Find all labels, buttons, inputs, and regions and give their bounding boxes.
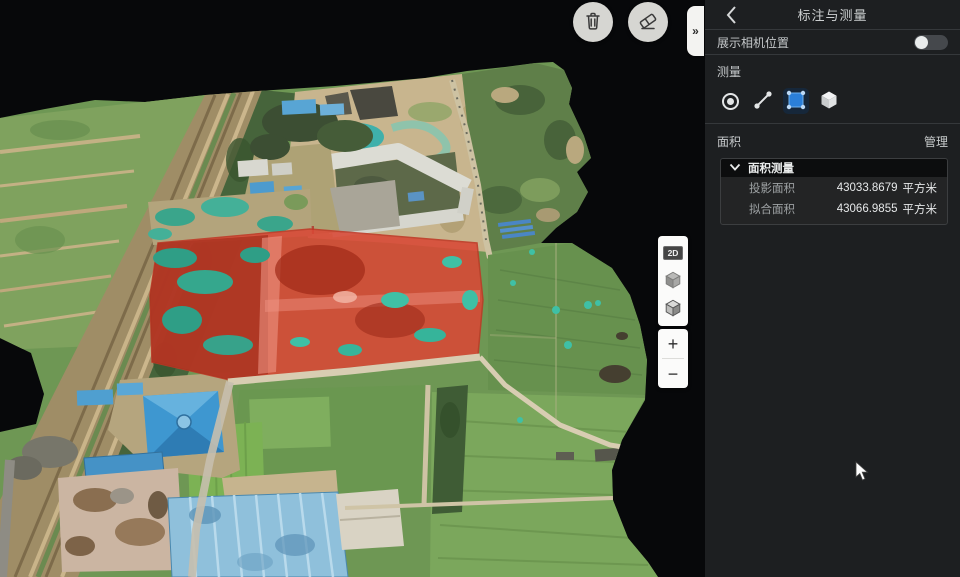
view-cube-button[interactable]	[660, 268, 686, 294]
point-measure-button[interactable]	[717, 88, 743, 114]
area-label: 面积	[717, 133, 924, 150]
eraser-button[interactable]	[628, 2, 668, 42]
panel-title: 标注与测量	[705, 5, 960, 24]
view-controls: 2D	[658, 236, 688, 326]
panel-collapse-handle[interactable]: »	[687, 6, 704, 56]
measure-label: 测量	[717, 63, 948, 80]
area-measure-button[interactable]	[783, 88, 809, 114]
manage-link[interactable]: 管理	[924, 133, 948, 150]
chevron-left-icon	[725, 5, 737, 30]
point-measure-icon	[722, 93, 739, 110]
camera-position-toggle[interactable]	[914, 35, 948, 50]
chevron-down-icon	[729, 162, 741, 174]
measurement-item-header[interactable]: 面积测量	[721, 159, 947, 177]
measured-area[interactable]	[150, 229, 483, 380]
2d-badge-icon: 2D	[663, 246, 683, 260]
orthophoto-map[interactable]	[0, 0, 705, 577]
camera-position-label: 展示相机位置	[717, 34, 914, 51]
projected-area-row: 投影面积 43033.8679 平方米	[721, 177, 947, 198]
toggle-knob	[915, 36, 928, 49]
volume-measure-button[interactable]	[816, 88, 842, 114]
zoom-in-button[interactable]: +	[658, 329, 688, 358]
distance-measure-icon	[752, 89, 774, 114]
area-measure-icon	[785, 89, 807, 114]
wireframe-cube-icon	[663, 298, 683, 321]
eraser-icon	[638, 12, 658, 33]
delete-button[interactable]	[573, 2, 613, 42]
projected-area-value: 43033.8679	[837, 182, 898, 194]
trash-icon	[584, 11, 602, 33]
measure-tools	[717, 88, 948, 114]
fitted-area-label: 拟合面积	[749, 201, 837, 217]
view-2d-button[interactable]: 2D	[660, 240, 686, 266]
chevrons-right-icon: »	[692, 24, 699, 38]
projected-area-unit: 平方米	[903, 180, 938, 196]
area-measurement-card: 面积测量 投影面积 43033.8679 平方米 拟合面积 43066.9855…	[720, 158, 948, 225]
map-viewport[interactable]: » 2D + −	[0, 0, 705, 577]
back-button[interactable]	[725, 5, 737, 30]
zoom-out-button[interactable]: −	[658, 359, 688, 388]
projected-area-label: 投影面积	[749, 180, 837, 196]
camera-position-row: 展示相机位置	[705, 30, 960, 55]
zoom-controls: + −	[658, 329, 688, 388]
mouse-cursor	[855, 461, 871, 483]
panel-header: 标注与测量	[705, 0, 960, 30]
app-window: » 2D + −	[0, 0, 960, 577]
view-wireframe-cube-button[interactable]	[660, 296, 686, 322]
fitted-area-value: 43066.9855	[837, 203, 898, 215]
fitted-area-row: 拟合面积 43066.9855 平方米	[721, 198, 947, 219]
cube-icon	[663, 270, 683, 293]
area-section-header: 面积 管理	[705, 124, 960, 158]
distance-measure-button[interactable]	[750, 88, 776, 114]
volume-measure-icon	[818, 89, 840, 114]
fitted-area-unit: 平方米	[903, 201, 938, 217]
measure-section: 测量	[705, 55, 960, 124]
measurement-item-title: 面积测量	[748, 160, 794, 176]
measurement-panel: 标注与测量 展示相机位置 测量	[705, 0, 960, 577]
